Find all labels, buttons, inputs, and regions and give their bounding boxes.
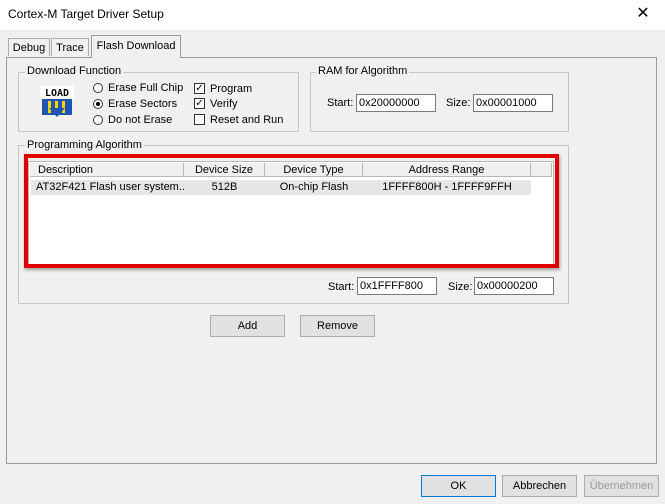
- highlight-box: [24, 154, 559, 268]
- radio-erase-full-chip[interactable]: [93, 83, 103, 93]
- flash-start-input[interactable]: 0x1FFFF800: [357, 277, 437, 295]
- ram-start-input[interactable]: 0x20000000: [356, 94, 436, 112]
- remove-button[interactable]: Remove: [300, 315, 375, 337]
- program-label: Program: [210, 83, 253, 95]
- ram-start-label: Start:: [327, 97, 354, 109]
- ram-size-label: Size:: [446, 97, 471, 109]
- do-not-erase-label: Do not Erase: [108, 114, 173, 126]
- erase-sectors-label: Erase Sectors: [108, 98, 178, 110]
- verify-label: Verify: [210, 98, 238, 110]
- programming-algorithm-label: Programming Algorithm: [25, 139, 144, 152]
- flash-size-label: Size:: [448, 281, 473, 293]
- reset-and-run-label: Reset and Run: [210, 114, 284, 126]
- flash-size-input[interactable]: 0x00000200: [474, 277, 554, 295]
- add-button[interactable]: Add: [210, 315, 285, 337]
- window-title: Cortex-M Target Driver Setup: [8, 7, 164, 21]
- erase-full-chip-label: Erase Full Chip: [108, 82, 184, 94]
- radio-do-not-erase[interactable]: [93, 115, 103, 125]
- tab-debug[interactable]: Debug: [8, 38, 50, 56]
- flash-start-label: Start:: [328, 281, 355, 293]
- download-function-label: Download Function: [25, 65, 124, 78]
- tab-trace[interactable]: Trace: [51, 38, 89, 56]
- load-icon-text: LOAD: [45, 88, 69, 99]
- ram-size-input[interactable]: 0x00001000: [473, 94, 553, 112]
- ok-button[interactable]: OK: [421, 475, 496, 497]
- program-checkbox[interactable]: ✓: [194, 83, 205, 94]
- load-icon: LOAD: [40, 84, 74, 118]
- reset-and-run-checkbox[interactable]: [194, 114, 205, 125]
- verify-checkbox[interactable]: ✓: [194, 98, 205, 109]
- close-icon[interactable]: ✕: [630, 3, 656, 25]
- radio-erase-sectors[interactable]: [93, 99, 103, 109]
- apply-button[interactable]: Übernehmen: [584, 475, 659, 497]
- ram-for-algorithm-label: RAM for Algorithm: [316, 65, 410, 78]
- tab-flash-download[interactable]: Flash Download: [91, 35, 181, 58]
- cancel-button[interactable]: Abbrechen: [502, 475, 577, 497]
